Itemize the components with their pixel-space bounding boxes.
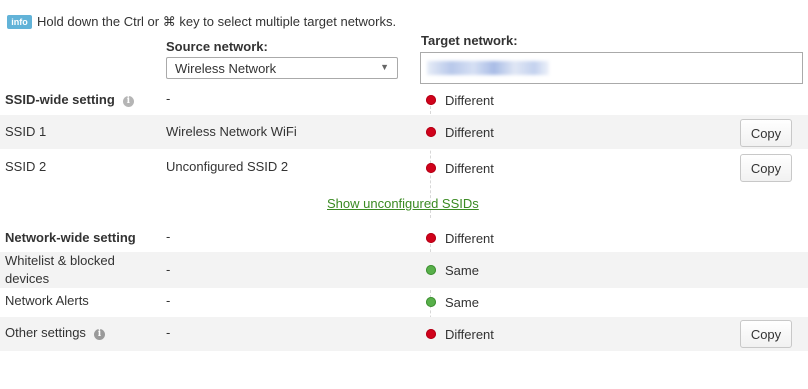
row-name: SSID 1 xyxy=(5,124,47,139)
info-icon[interactable]: i xyxy=(122,96,134,107)
source-network-select[interactable]: Wireless Network ▼ xyxy=(166,57,398,79)
target-network-input[interactable] xyxy=(420,52,803,84)
table-row: Other settings i - Different Copy xyxy=(0,317,808,351)
ssid-wide-header-row: SSID-wide setting i - Different xyxy=(0,85,808,113)
table-row: SSID 2 Unconfigured SSID 2 Different Cop… xyxy=(0,150,808,184)
status-dot-different xyxy=(426,95,436,105)
row-name: SSID 2 xyxy=(5,159,47,174)
table-row: Whitelist & blocked devices - Same xyxy=(0,252,808,288)
row-status: Same xyxy=(445,295,479,310)
row-source-value: - xyxy=(166,325,171,340)
row-source-value: - xyxy=(166,293,171,308)
row-name: Other settings i xyxy=(5,325,105,340)
row-name: Whitelist & blocked devices xyxy=(5,253,115,286)
row-name: SSID-wide setting i xyxy=(5,92,134,107)
show-unconfigured-ssids-link[interactable]: Show unconfigured SSIDs xyxy=(327,196,479,211)
info-icon[interactable]: i xyxy=(93,329,105,340)
info-badge: info xyxy=(7,15,32,29)
row-name: Network Alerts xyxy=(5,293,89,308)
status-dot-different xyxy=(426,127,436,137)
row-status: Different xyxy=(445,327,494,342)
row-status: Different xyxy=(445,231,494,246)
row-source-value: - xyxy=(166,262,171,277)
target-network-token-redacted xyxy=(427,61,549,75)
info-text: Hold down the Ctrl or ⌘ key to select mu… xyxy=(37,14,397,29)
network-wide-header-row: Network-wide setting - Different xyxy=(0,224,808,250)
status-dot-same xyxy=(426,265,436,275)
status-dot-different xyxy=(426,329,436,339)
table-row: SSID 1 Wireless Network WiFi Different C… xyxy=(0,115,808,149)
copy-button[interactable]: Copy xyxy=(740,320,792,348)
source-network-selected: Wireless Network xyxy=(175,61,277,76)
source-network-label: Source network: xyxy=(166,39,268,54)
status-dot-same xyxy=(426,297,436,307)
target-network-label: Target network: xyxy=(421,33,518,48)
row-name: Network-wide setting xyxy=(5,230,136,245)
chevron-down-icon: ▼ xyxy=(380,62,389,72)
copy-button[interactable]: Copy xyxy=(740,119,792,147)
row-source-value: - xyxy=(166,91,171,106)
row-status: Different xyxy=(445,125,494,140)
status-dot-different xyxy=(426,163,436,173)
row-status: Same xyxy=(445,263,479,278)
row-source-value: Wireless Network WiFi xyxy=(166,124,297,139)
row-source-value: - xyxy=(166,229,171,244)
table-row: Network Alerts - Same xyxy=(0,289,808,315)
row-status: Different xyxy=(445,93,494,108)
row-status: Different xyxy=(445,161,494,176)
status-dot-different xyxy=(426,233,436,243)
row-source-value: Unconfigured SSID 2 xyxy=(166,159,289,174)
copy-button[interactable]: Copy xyxy=(740,154,792,182)
